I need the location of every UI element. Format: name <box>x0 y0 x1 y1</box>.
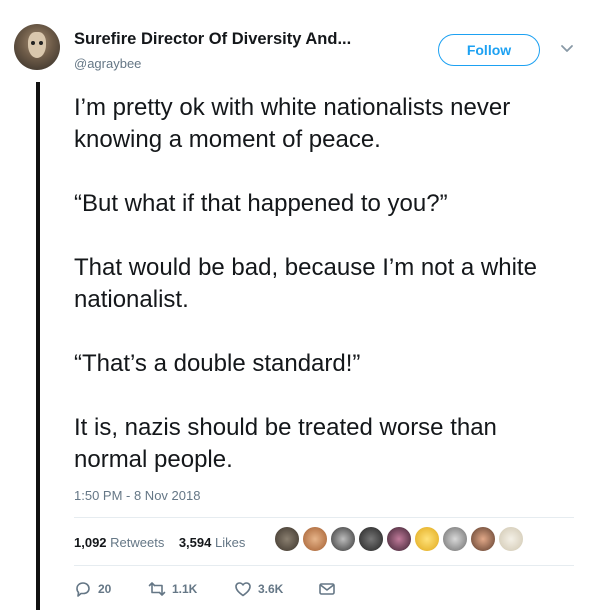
avatar-eye <box>39 41 43 45</box>
liker-avatar[interactable] <box>274 526 300 552</box>
tweet-paragraph: “That’s a double standard!” <box>74 350 361 377</box>
liker-avatar[interactable] <box>358 526 384 552</box>
display-name[interactable]: Surefire Director Of Diversity And... <box>74 30 351 49</box>
user-handle[interactable]: @agraybee <box>74 56 141 71</box>
divider <box>74 517 574 518</box>
liker-avatar[interactable] <box>470 526 496 552</box>
tweet-stats: 1,092 Retweets 3,594 Likes <box>74 535 245 550</box>
chevron-down-icon[interactable] <box>560 42 574 56</box>
like-count: 3.6K <box>258 582 284 596</box>
retweet-count: 1.1K <box>172 582 198 596</box>
reply-button[interactable]: 20 <box>74 580 111 598</box>
reply-count: 20 <box>98 582 112 596</box>
liker-avatar[interactable] <box>302 526 328 552</box>
like-button[interactable]: 3.6K <box>234 580 283 598</box>
retweets-label: Retweets <box>110 535 165 550</box>
heart-icon <box>235 582 251 597</box>
divider <box>74 565 574 566</box>
retweets-count: 1,092 <box>74 535 107 550</box>
reply-icon <box>76 582 90 597</box>
liker-avatar[interactable] <box>442 526 468 552</box>
liker-avatar[interactable] <box>414 526 440 552</box>
retweet-stat[interactable]: 1,092 Retweets <box>74 535 164 550</box>
liker-avatar[interactable] <box>498 526 524 552</box>
tweet-paragraph: It is, nazis should be treated worse tha… <box>74 414 497 473</box>
retweet-icon <box>148 582 166 596</box>
tweet-paragraph: I’m pretty ok with white nationalists ne… <box>74 94 511 153</box>
retweet-button[interactable]: 1.1K <box>148 580 197 598</box>
avatar-face <box>28 32 46 58</box>
tweet-paragraph: That would be bad, because I’m not a whi… <box>74 254 537 313</box>
likes-label: Likes <box>215 535 246 550</box>
avatar[interactable] <box>14 24 60 70</box>
liker-avatar[interactable] <box>330 526 356 552</box>
envelope-icon <box>319 583 335 595</box>
follow-button[interactable]: Follow <box>438 34 540 66</box>
thread-connector-line <box>36 82 40 610</box>
tweet-text: I’m pretty ok with white nationalists ne… <box>74 92 574 476</box>
like-stat[interactable]: 3,594 Likes <box>179 535 246 550</box>
tweet-paragraph: “But what if that happened to you?” <box>74 190 448 217</box>
liker-avatar[interactable] <box>386 526 412 552</box>
likes-count: 3,594 <box>178 535 212 550</box>
avatar-eye <box>31 41 35 45</box>
tweet-timestamp[interactable]: 1:50 PM - 8 Nov 2018 <box>74 488 200 503</box>
direct-message-button[interactable] <box>318 580 342 598</box>
